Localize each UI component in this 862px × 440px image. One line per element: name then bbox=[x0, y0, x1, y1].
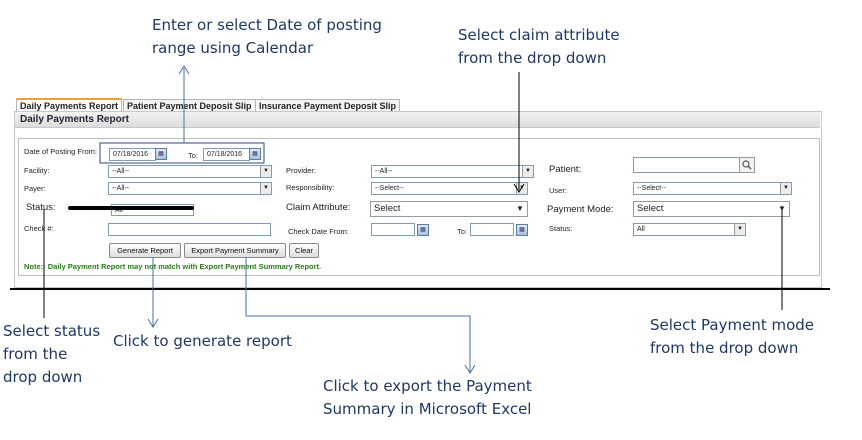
date-range-highlight bbox=[99, 142, 265, 164]
annotation-lines bbox=[10, 65, 830, 374]
export-arrow bbox=[245, 257, 471, 372]
